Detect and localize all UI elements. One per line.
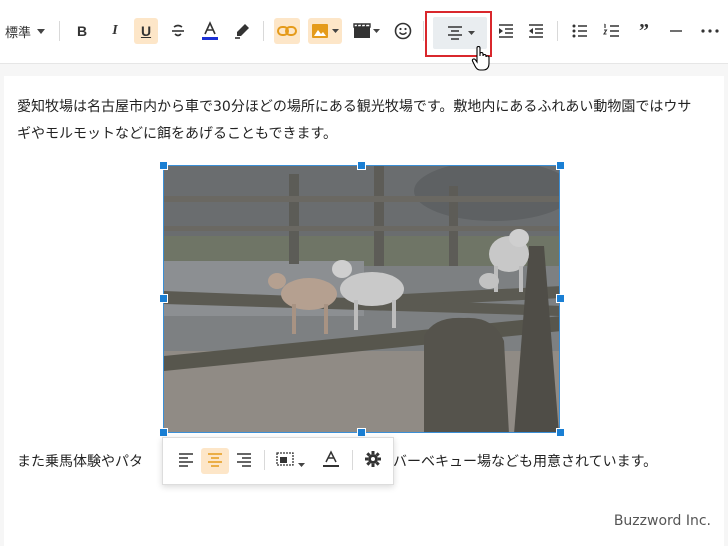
outdent-button[interactable] — [525, 18, 547, 44]
insert-image-button[interactable] — [308, 18, 342, 44]
bulleted-list-icon — [571, 23, 589, 39]
resize-handle-bottom-right[interactable] — [556, 428, 565, 437]
image-toolbar — [162, 437, 394, 485]
text-color-icon — [322, 450, 340, 472]
image-icon — [311, 23, 329, 39]
indent-button[interactable] — [495, 18, 517, 44]
paragraph-1[interactable]: 愛知牧場は名古屋市内から車で30分ほどの場所にある観光牧場です。敷地内にあるふれ… — [17, 94, 693, 148]
toolbar-separator — [59, 21, 60, 41]
toolbar-separator — [423, 21, 424, 41]
image-align-left-button[interactable] — [173, 448, 199, 474]
image-align-center-button[interactable] — [201, 448, 229, 474]
editor-toolbar: 標準 B I U ” — [0, 0, 728, 71]
strikethrough-button[interactable] — [167, 18, 189, 44]
indent-icon — [497, 23, 515, 39]
numbered-list-button[interactable] — [601, 18, 623, 44]
image-align-right-button[interactable] — [231, 448, 257, 474]
hand-cursor-icon — [471, 45, 491, 76]
chevron-down-icon — [297, 452, 305, 471]
bulleted-list-button[interactable] — [569, 18, 591, 44]
link-button[interactable] — [274, 18, 300, 44]
italic-button[interactable]: I — [104, 18, 126, 44]
format-dropdown[interactable]: 標準 — [0, 18, 50, 44]
image-inline-icon — [275, 451, 294, 471]
underline-button[interactable]: U — [134, 18, 158, 44]
underline-icon: U — [140, 23, 152, 39]
numbered-list-icon — [603, 23, 621, 39]
image-style-dropdown[interactable] — [271, 448, 309, 474]
align-center-icon — [207, 452, 223, 471]
strikethrough-icon — [170, 23, 186, 39]
smiley-icon — [394, 22, 412, 40]
video-icon — [352, 23, 371, 39]
gear-icon — [364, 450, 382, 472]
font-color-button[interactable] — [199, 18, 221, 44]
bold-button[interactable]: B — [71, 18, 93, 44]
outdent-icon — [527, 23, 545, 39]
chevron-down-icon — [37, 28, 45, 34]
horizontal-line-button[interactable] — [665, 18, 687, 44]
more-icon — [701, 29, 719, 33]
blockquote-button[interactable]: ” — [633, 18, 655, 44]
resize-handle-top-right[interactable] — [556, 161, 565, 170]
marker-icon — [233, 22, 251, 40]
format-dropdown-label: 標準 — [4, 25, 31, 41]
chevron-down-icon — [332, 29, 339, 33]
paragraph-2-end: 体験やバーベキュー場なども用意されています。 — [351, 454, 658, 470]
image-alt-text-button[interactable] — [318, 448, 344, 474]
quote-icon: ” — [639, 19, 649, 42]
chevron-down-icon — [372, 29, 380, 33]
resize-handle-right[interactable] — [556, 294, 565, 303]
resize-handle-top[interactable] — [357, 161, 366, 170]
paragraph-2-start: また乗馬体験やパタ — [17, 454, 143, 470]
resize-handle-top-left[interactable] — [159, 161, 168, 170]
link-icon — [277, 24, 297, 38]
align-left-icon — [178, 452, 194, 471]
resize-handle-bottom-left[interactable] — [159, 428, 168, 437]
goats-photo — [164, 166, 559, 432]
toolbar-separator — [264, 450, 265, 470]
bold-icon: B — [76, 23, 88, 39]
selected-image[interactable] — [163, 165, 560, 433]
highlight-button[interactable] — [231, 18, 253, 44]
toolbar-separator — [557, 21, 558, 41]
align-right-icon — [236, 452, 252, 471]
resize-handle-left[interactable] — [159, 294, 168, 303]
emoji-button[interactable] — [391, 18, 415, 44]
toolbar-separator — [352, 450, 353, 470]
insert-media-button[interactable] — [351, 18, 381, 44]
italic-icon: I — [112, 23, 118, 38]
horizontal-line-icon — [668, 29, 684, 33]
more-button[interactable] — [697, 18, 723, 44]
toolbar-separator — [263, 21, 264, 41]
resize-handle-bottom[interactable] — [357, 428, 366, 437]
font-color-icon — [201, 21, 219, 41]
image-settings-button[interactable] — [361, 448, 385, 474]
watermark: Buzzword Inc. — [613, 513, 711, 529]
